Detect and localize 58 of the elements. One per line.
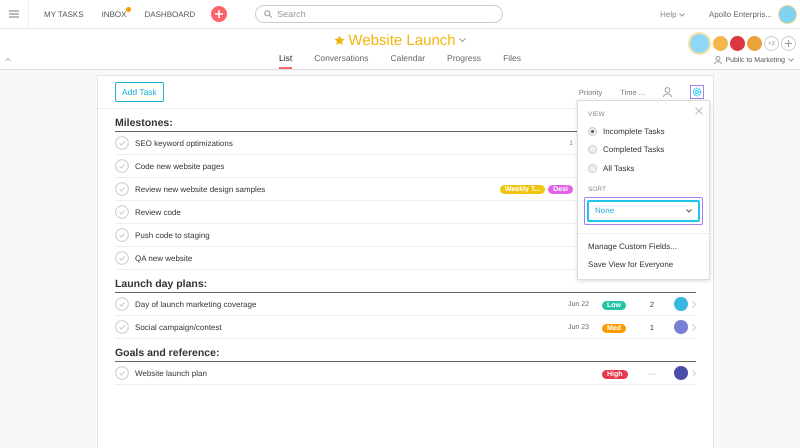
avatar[interactable] <box>747 36 762 51</box>
task-name[interactable]: Review new website design samples <box>135 184 266 194</box>
task-name[interactable]: Code new website pages <box>135 162 224 170</box>
assignee-avatar[interactable] <box>674 366 688 380</box>
chevron-icon[interactable] <box>692 370 696 376</box>
caret-icon[interactable] <box>788 58 794 62</box>
person-icon <box>714 56 722 64</box>
nav-link[interactable]: INBOX <box>102 10 126 18</box>
check-circle-icon[interactable] <box>115 228 129 242</box>
option-label[interactable]: All Tasks <box>603 164 634 173</box>
check-circle-icon[interactable] <box>115 159 129 173</box>
star-icon[interactable] <box>334 35 346 46</box>
caret-icon[interactable] <box>458 38 466 43</box>
caret-icon <box>686 208 692 212</box>
section-heading: Goals and reference: <box>115 339 696 362</box>
nav-link[interactable]: MY TASKS <box>44 10 84 18</box>
caret-icon <box>678 12 685 16</box>
add-member-icon[interactable] <box>781 36 796 51</box>
close-icon[interactable] <box>695 107 703 115</box>
task-name[interactable]: Day of launch marketing coverage <box>135 300 256 308</box>
task-name[interactable]: QA new website <box>135 254 192 262</box>
collapse-icon[interactable] <box>5 57 11 62</box>
tab[interactable]: Files <box>503 53 522 69</box>
menu-item[interactable]: Manage Custom Fields... <box>578 238 709 256</box>
help-menu[interactable]: Help <box>660 10 685 18</box>
radio-button[interactable] <box>588 164 597 173</box>
menu-icon[interactable] <box>9 10 19 18</box>
tab[interactable]: List <box>278 53 292 69</box>
add-icon[interactable] <box>211 6 228 22</box>
view-option[interactable]: All Tasks <box>578 159 709 178</box>
check-circle-icon[interactable] <box>115 320 129 334</box>
tab[interactable]: Conversations <box>314 53 369 69</box>
organization-menu[interactable]: Apollo Enterpris... <box>708 10 772 18</box>
radio-button[interactable] <box>588 126 597 136</box>
check-circle-icon[interactable] <box>115 136 129 150</box>
assignee-avatar[interactable] <box>674 320 688 334</box>
nav-link[interactable]: DASHBOARD <box>144 10 196 18</box>
tab[interactable]: Progress <box>447 53 482 69</box>
avatar[interactable] <box>730 36 745 51</box>
radio-button[interactable] <box>588 145 597 154</box>
check-circle-icon[interactable] <box>115 182 129 196</box>
task-name[interactable]: Push code to staging <box>135 230 210 240</box>
search-icon <box>264 10 272 18</box>
task-name[interactable]: Website launch plan <box>135 368 207 378</box>
option-label[interactable]: Completed Tasks <box>603 145 664 154</box>
chevron-icon[interactable] <box>692 324 696 330</box>
check-circle-icon[interactable] <box>115 205 129 219</box>
check-circle-icon[interactable] <box>115 366 129 380</box>
view-option[interactable]: Completed Tasks <box>578 140 709 159</box>
check-circle-icon[interactable] <box>115 251 129 265</box>
settings-icon[interactable] <box>690 85 704 99</box>
chevron-icon[interactable] <box>692 300 696 308</box>
person-icon[interactable] <box>663 87 672 97</box>
task-name[interactable]: Social campaign/contest <box>135 322 222 332</box>
task-name[interactable]: Review code <box>135 208 181 216</box>
task-name[interactable]: SEO keyword optimizations <box>135 138 233 148</box>
tab[interactable]: Calendar <box>390 53 426 69</box>
check-circle-icon[interactable] <box>115 297 129 311</box>
